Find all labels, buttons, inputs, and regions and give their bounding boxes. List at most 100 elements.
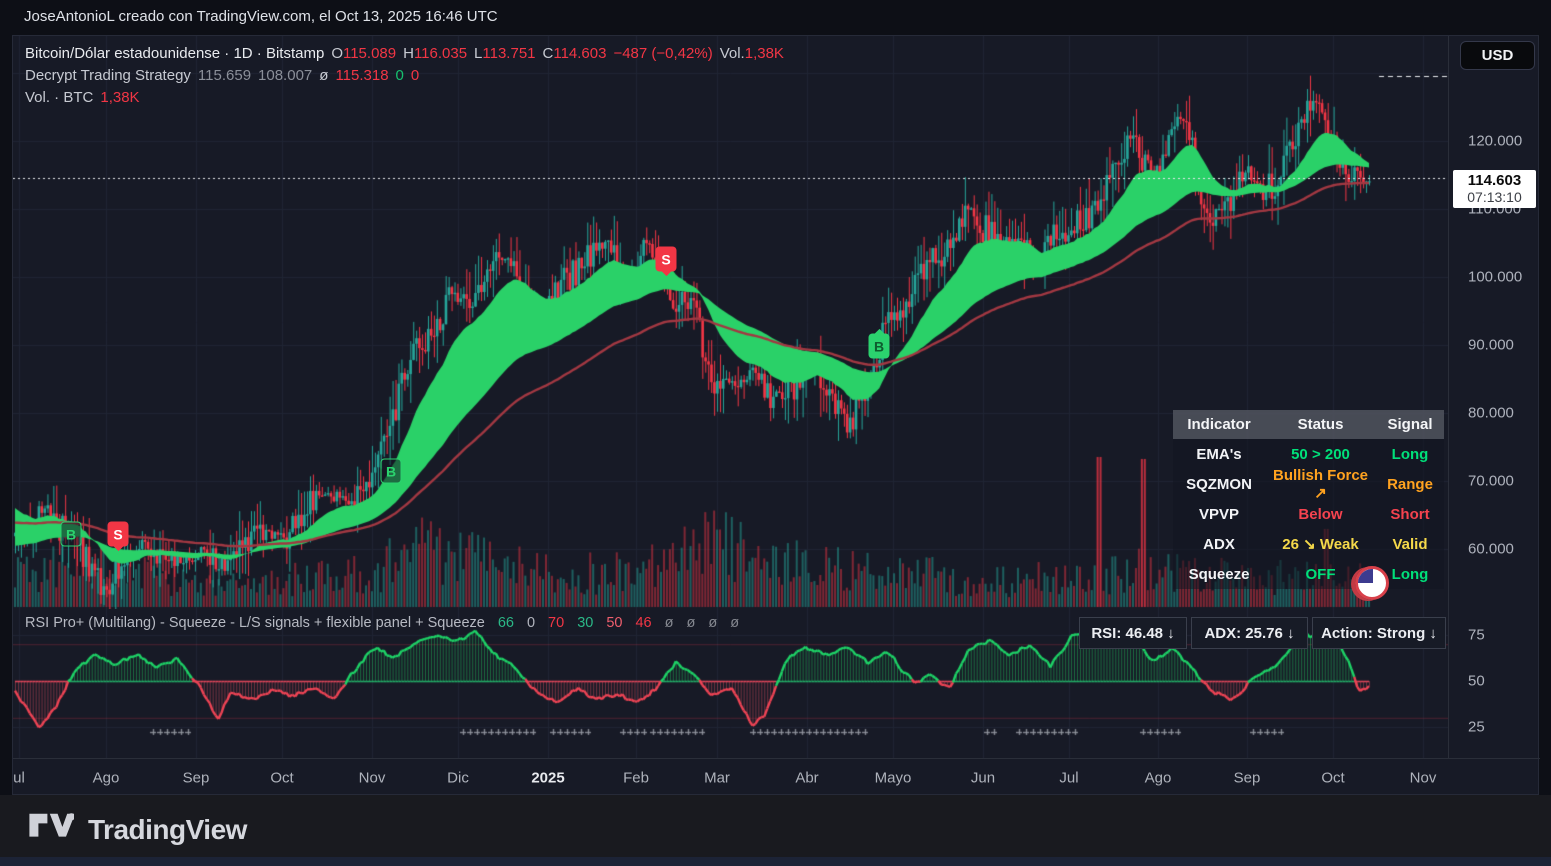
footer-bar: TradingView (0, 795, 1551, 866)
indicator-row: ADX 26 ↘ Weak Valid (1173, 529, 1444, 559)
time-axis-label: Nov (1410, 769, 1437, 786)
col-indicator: Indicator (1173, 416, 1265, 433)
tradingview-embed: JoseAntonioL creado con TradingView.com,… (0, 0, 1551, 866)
price-axis-label: 80.000 (1468, 405, 1514, 422)
current-price-value: 114.603 (1453, 172, 1536, 189)
time-axis-label: Abr (795, 769, 818, 786)
indicator-signal: Range (1376, 476, 1444, 493)
rsi-legend-value: 46 (635, 615, 651, 631)
time-axis-label: 2025 (531, 769, 564, 786)
time-axis[interactable]: ul Ago Sep Oct Nov Dic 2025 Feb Mar Abr Mayo Jun Jul… (13, 758, 1540, 796)
close-label: C114.603 (543, 43, 607, 65)
indicator-status: Bullish Force ↗ (1265, 467, 1376, 502)
time-axis-label: Sep (183, 769, 210, 786)
rsi-legend-value: ø (730, 615, 739, 631)
vol-btc-value: 1,38K (100, 87, 139, 109)
low-label: L113.751 (474, 43, 535, 65)
bar-countdown: 07:13:10 (1453, 189, 1536, 205)
time-axis-label: Nov (359, 769, 386, 786)
indicator-table-header: Indicator Status Signal (1173, 410, 1444, 439)
indicator-row: Squeeze OFF Long (1173, 559, 1444, 589)
rsi-indicator-title: RSI Pro+ (Multilang) - Squeeze - L/S sig… (25, 615, 485, 631)
strategy-value: 0 (411, 65, 419, 87)
time-axis-label: Oct (1321, 769, 1344, 786)
rsi-legend: RSI Pro+ (Multilang) - Squeeze - L/S sig… (25, 615, 739, 631)
rsi-legend-value: 50 (606, 615, 622, 631)
indicator-name: ADX (1173, 536, 1265, 553)
close-value: 114.603 (553, 45, 606, 62)
indicator-row: SQZMON Bullish Force ↗ Range (1173, 469, 1444, 499)
indicator-name: SQZMON (1173, 476, 1265, 493)
open-value: 115.089 (343, 45, 396, 62)
rsi-legend-value: 0 (527, 615, 535, 631)
strategy-value: ø (319, 65, 328, 87)
low-value: 113.751 (482, 45, 535, 62)
legend-strategy-row: Decrypt Trading Strategy 115.659 108.007… (25, 65, 784, 87)
volume-value: 1,38K (745, 45, 784, 62)
high-value: 116.035 (414, 45, 467, 62)
tradingview-logo[interactable]: TradingView (28, 809, 247, 851)
price-axis[interactable]: USD 120.000110.000100.00090.00080.00070.… (1448, 36, 1539, 758)
indicator-status: 50 > 200 (1265, 446, 1376, 463)
indicator-status: 26 ↘ Weak (1265, 535, 1376, 553)
rsi-stat-box: ADX: 25.76 ↓ (1191, 617, 1308, 649)
tradingview-wordmark: TradingView (88, 814, 247, 846)
indicator-name: EMA's (1173, 446, 1265, 463)
time-axis-label: ul (13, 769, 25, 786)
price-axis-label: 90.000 (1468, 337, 1514, 354)
indicator-row: EMA's 50 > 200 Long (1173, 439, 1444, 469)
high-label: H116.035 (403, 43, 467, 65)
indicator-signal: Short (1376, 506, 1444, 523)
indicator-signal: Valid (1376, 536, 1444, 553)
time-axis-label: Jul (1059, 769, 1078, 786)
time-axis-label: Feb (623, 769, 649, 786)
indicator-name: VPVP (1173, 506, 1265, 523)
price-axis-label: 50 (1468, 673, 1485, 690)
rsi-stat-box: RSI: 46.48 ↓ (1079, 617, 1187, 649)
symbol-title: Bitcoin/Dólar estadounidense · 1D · Bits… (25, 43, 324, 65)
chart-widget: Bitcoin/Dólar estadounidense · 1D · Bits… (12, 35, 1539, 795)
time-axis-label: Jun (971, 769, 995, 786)
buy-signal-marker: B (61, 522, 82, 547)
legend-volume-row: Vol. · BTC 1,38K (25, 87, 784, 109)
time-axis-label: Ago (1145, 769, 1172, 786)
chart-legend: Bitcoin/Dólar estadounidense · 1D · Bits… (25, 43, 784, 109)
price-axis-label: 60.000 (1468, 541, 1514, 558)
time-axis-label: Dic (447, 769, 469, 786)
bottom-strip (0, 857, 1551, 866)
price-axis-label: 120.000 (1468, 133, 1522, 150)
volume-label: Vol.1,38K (720, 43, 784, 65)
strategy-value: 115.318 (335, 65, 388, 87)
rsi-legend-value: 66 (498, 615, 514, 631)
time-axis-label: Ago (93, 769, 120, 786)
indicator-status: Below (1265, 506, 1376, 523)
strategy-value: 0 (396, 65, 404, 87)
currency-button[interactable]: USD (1460, 41, 1535, 70)
rsi-legend-value: 70 (548, 615, 564, 631)
indicator-signal: Long (1376, 446, 1444, 463)
rsi-legend-value: ø (708, 615, 717, 631)
time-axis-label: Oct (270, 769, 293, 786)
vol-btc-label: Vol. · BTC (25, 87, 93, 109)
us-flag-icon (1355, 566, 1389, 600)
indicator-status-table: Indicator Status Signal EMA's 50 > 200 L… (1173, 410, 1444, 589)
attribution-text: JoseAntonioL creado con TradingView.com,… (24, 8, 498, 25)
time-axis-label: Mar (704, 769, 730, 786)
rsi-legend-value: ø (686, 615, 695, 631)
time-axis-label: Sep (1234, 769, 1261, 786)
indicator-name: Squeeze (1173, 566, 1265, 583)
rsi-legend-value: 30 (577, 615, 593, 631)
price-axis-label: 100.000 (1468, 269, 1522, 286)
buy-signal-marker: B (869, 334, 890, 359)
price-axis-label: 25 (1468, 719, 1485, 736)
buy-signal-marker: B (381, 459, 402, 484)
col-status: Status (1265, 416, 1376, 433)
rsi-stat-box: Action: Strong ↓ (1312, 617, 1446, 649)
sell-signal-marker: S (108, 522, 129, 547)
rsi-legend-value: ø (665, 615, 674, 631)
sell-signal-marker: S (656, 247, 677, 272)
price-axis-label: 75 (1468, 627, 1485, 644)
indicator-row: VPVP Below Short (1173, 499, 1444, 529)
legend-symbol-row: Bitcoin/Dólar estadounidense · 1D · Bits… (25, 43, 784, 65)
time-axis-label: Mayo (875, 769, 912, 786)
